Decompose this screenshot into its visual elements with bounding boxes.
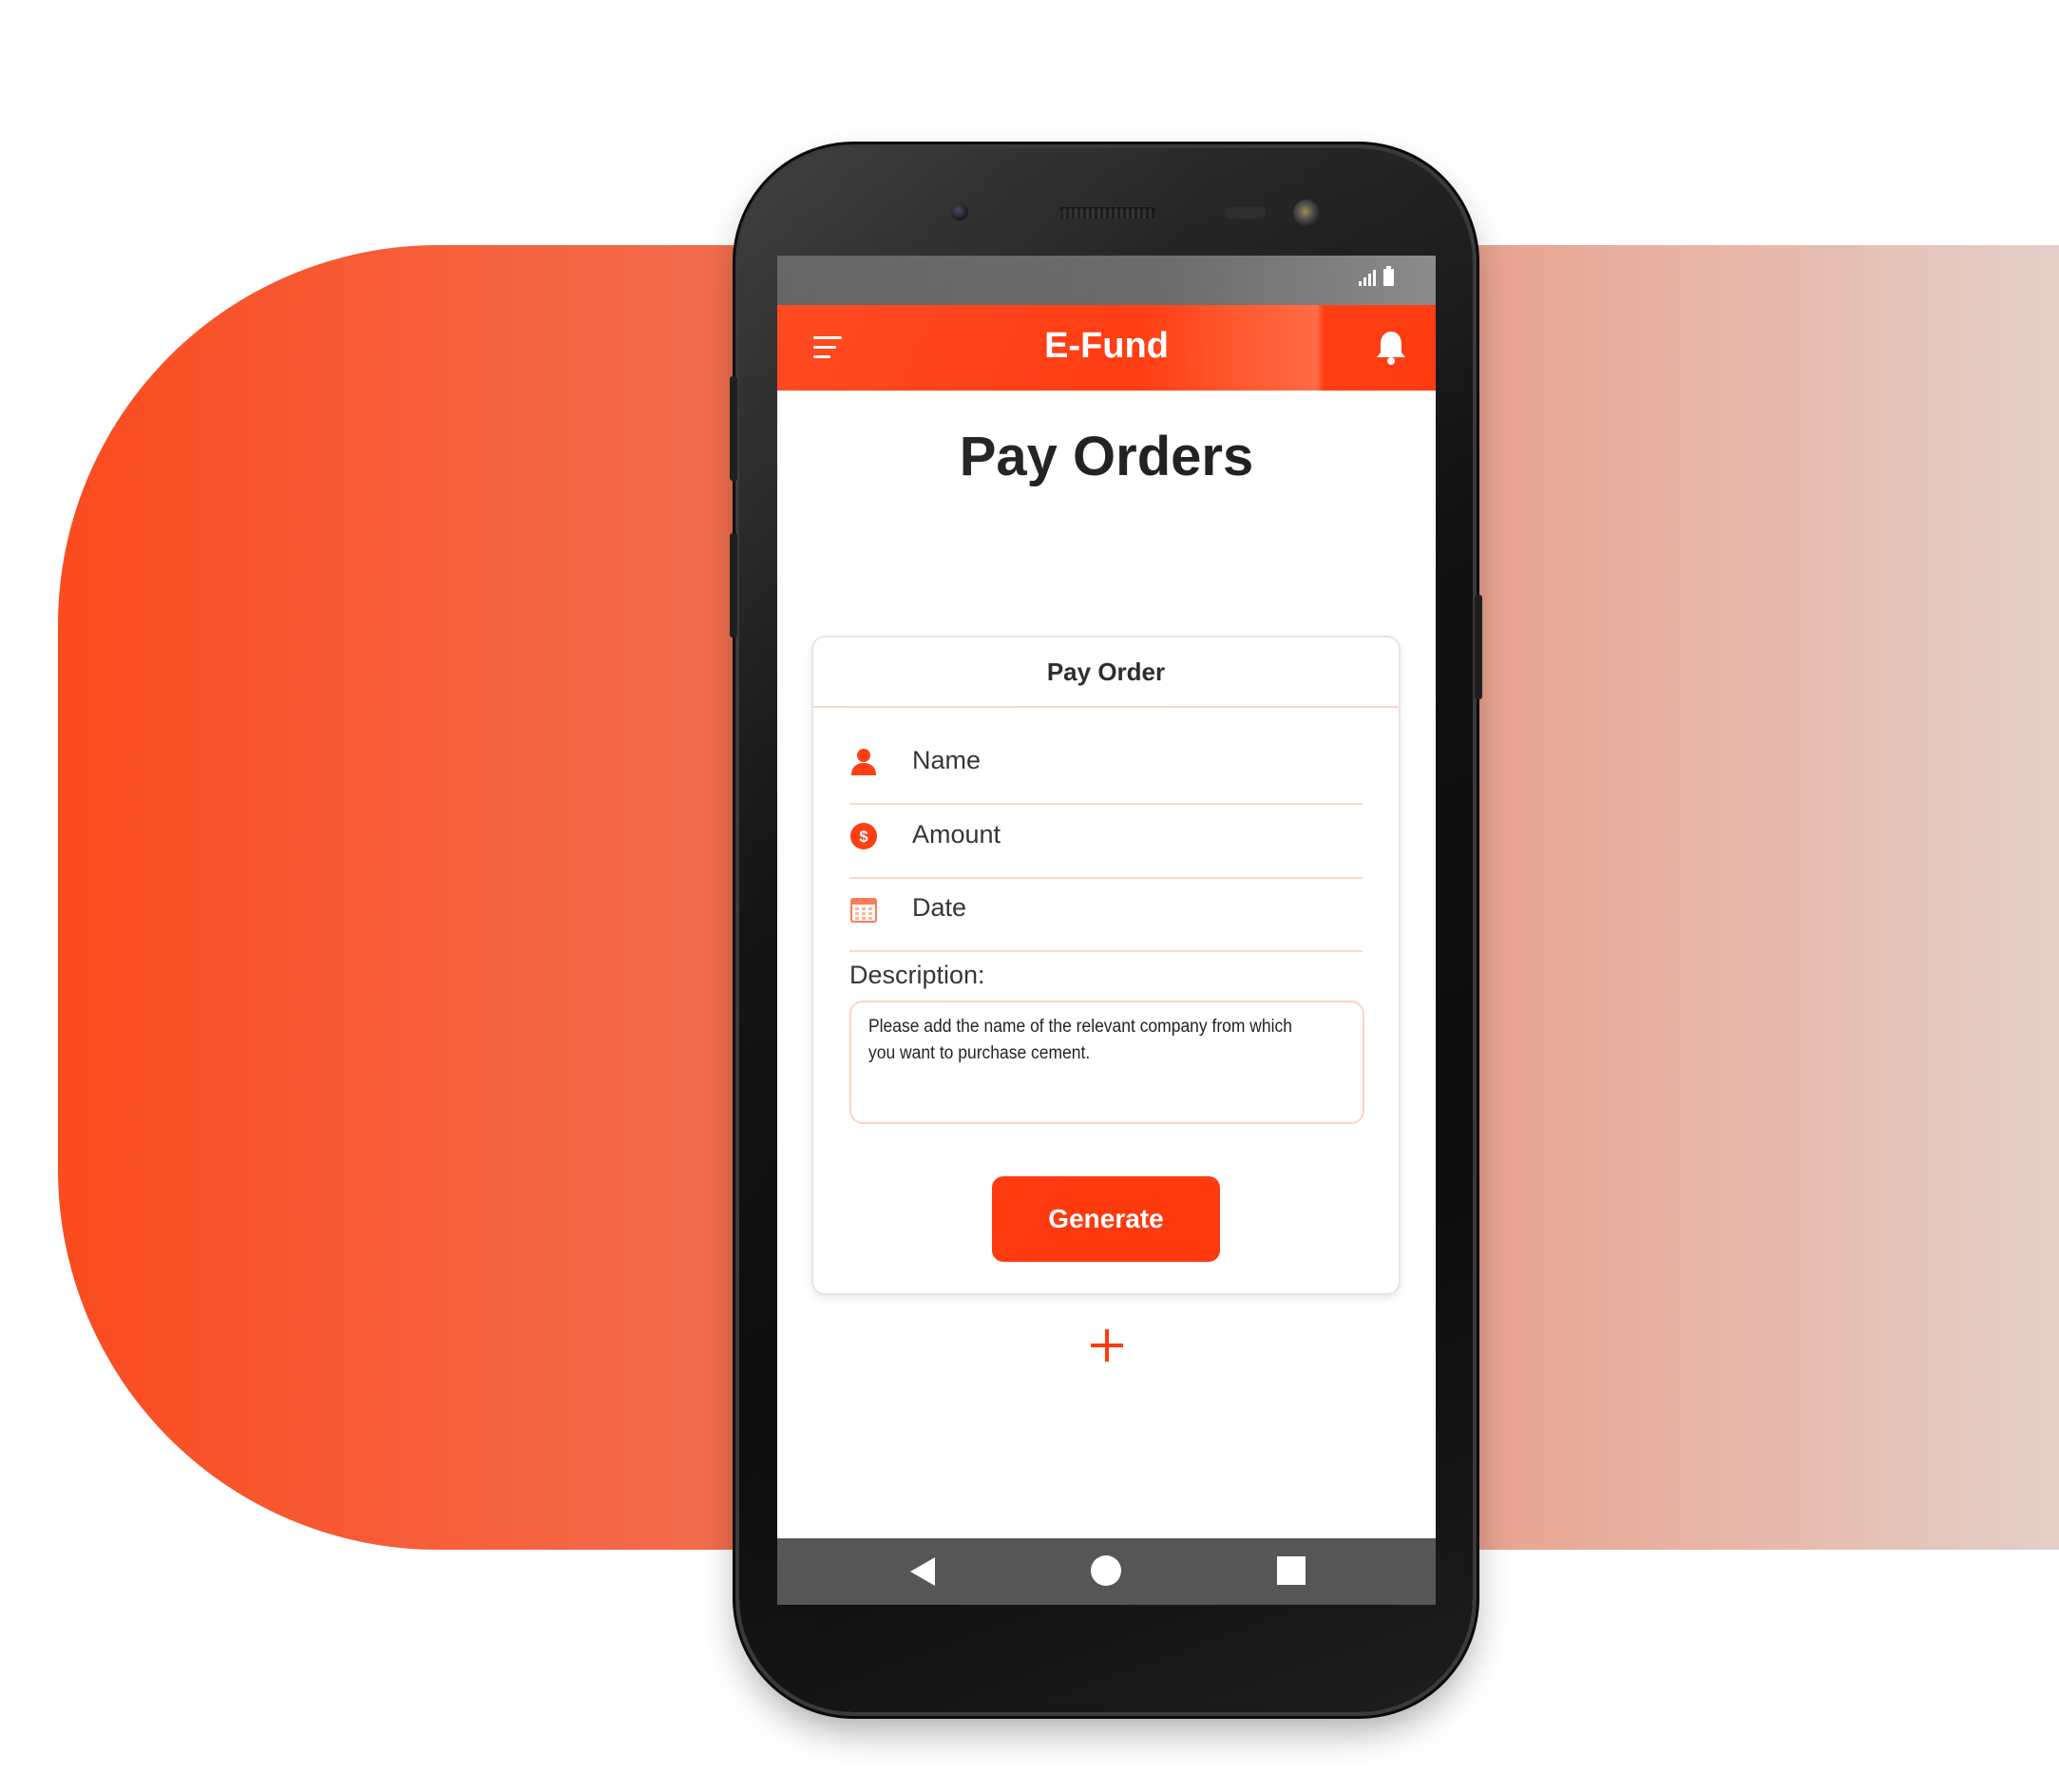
stage: E-Fund Pay Orders Pay Order Name $ Amoun… (0, 0, 2059, 1792)
phone-screen: E-Fund Pay Orders Pay Order Name $ Amoun… (777, 256, 1436, 1605)
back-icon[interactable] (910, 1557, 935, 1586)
amount-label: Amount (912, 820, 1001, 848)
power-button (1475, 595, 1482, 699)
signal-icon (1359, 269, 1376, 286)
status-bar (777, 256, 1436, 305)
navigation-bar (777, 1538, 1436, 1605)
earpiece-speaker (1058, 207, 1156, 219)
date-field[interactable]: Date (849, 876, 1363, 952)
page-title: Pay Orders (959, 426, 1254, 487)
description-label: Description: (849, 961, 985, 989)
home-icon[interactable] (1091, 1555, 1121, 1586)
plus-icon[interactable] (1091, 1329, 1123, 1362)
name-label: Name (912, 746, 982, 774)
calendar-icon (849, 895, 878, 924)
app-bar: E-Fund (777, 305, 1436, 391)
recent-apps-icon[interactable] (1277, 1556, 1306, 1585)
front-camera (951, 203, 968, 220)
camera-lens (1293, 200, 1320, 226)
bell-icon[interactable] (1375, 330, 1407, 366)
volume-down-button (730, 533, 737, 638)
name-field[interactable]: Name (849, 729, 1363, 805)
card-header: Pay Order (813, 638, 1399, 708)
description-text: Please add the name of the relevant comp… (868, 1017, 1292, 1063)
pay-order-card: Pay Order Name $ Amount Date Description… (813, 638, 1399, 1293)
battery-icon (1383, 266, 1394, 286)
amount-field[interactable]: $ Amount (849, 803, 1363, 879)
user-icon (849, 748, 878, 776)
phone-device: E-Fund Pay Orders Pay Order Name $ Amoun… (730, 148, 1482, 1712)
volume-up-button (730, 376, 737, 481)
status-icons (1359, 266, 1394, 286)
date-label: Date (912, 893, 967, 922)
proximity-sensor (1224, 207, 1266, 219)
app-title: E-Fund (1044, 326, 1169, 366)
description-textarea[interactable]: Please add the name of the relevant comp… (849, 1001, 1364, 1124)
svg-text:$: $ (859, 828, 868, 846)
generate-button[interactable]: Generate (992, 1176, 1220, 1262)
dollar-icon: $ (849, 822, 878, 850)
